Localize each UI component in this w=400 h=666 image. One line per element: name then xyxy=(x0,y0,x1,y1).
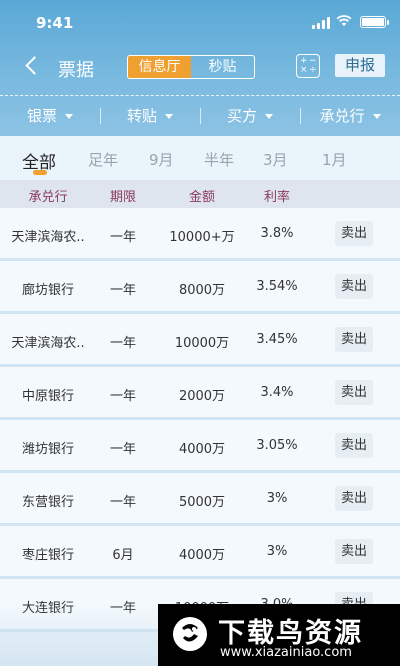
cell-amount: 10000万 xyxy=(174,336,230,351)
status-bar: 9:41 xyxy=(0,0,400,44)
cell-term: 一年 xyxy=(109,283,136,298)
filter-acceptor[interactable]: 承兑行 xyxy=(300,96,400,136)
filter-buyer[interactable]: 买方 xyxy=(200,96,300,136)
cell-acceptor-bank: 天津滨海农.. xyxy=(11,336,85,351)
bird-logo-icon xyxy=(173,617,207,651)
filter-bank-note[interactable]: 银票 xyxy=(0,96,100,136)
caret-down-icon xyxy=(65,114,73,119)
apply-button[interactable]: 申报 xyxy=(335,54,385,77)
back-icon[interactable] xyxy=(20,54,44,78)
watermark: 下载鸟资源 www.xiazainiao.com xyxy=(158,604,400,666)
sell-button[interactable]: 卖出 xyxy=(335,380,373,405)
caret-down-icon xyxy=(372,114,381,119)
cell-acceptor-bank: 东营银行 xyxy=(21,495,74,510)
table-row[interactable]: 东营银行 一年 5000万 3% 卖出 xyxy=(0,473,400,526)
filter-label: 转贴 xyxy=(126,107,157,125)
tab-indicator xyxy=(33,170,47,175)
cell-amount: 4000万 xyxy=(178,548,226,563)
tab-3-months[interactable]: 3月 xyxy=(263,149,288,170)
sell-button[interactable]: 卖出 xyxy=(335,433,373,458)
table-row[interactable]: 潍坊银行 一年 4000万 3.05% 卖出 xyxy=(0,420,400,473)
sell-button[interactable]: 卖出 xyxy=(335,539,373,564)
cell-term: 一年 xyxy=(109,230,136,245)
cell-acceptor-bank: 天津滨海农.. xyxy=(11,230,85,245)
cell-amount: 5000万 xyxy=(178,495,226,510)
filter-rediscount[interactable]: 转贴 xyxy=(100,96,200,136)
wifi-icon xyxy=(336,15,352,26)
caret-down-icon xyxy=(165,114,173,119)
cell-amount: 4000万 xyxy=(178,442,226,457)
sell-button[interactable]: 卖出 xyxy=(335,221,373,246)
bottom-fade xyxy=(0,604,158,666)
cell-term: 一年 xyxy=(109,495,136,510)
filter-bar: 银票 转贴 买方 承兑行 xyxy=(0,96,400,136)
table-row[interactable]: 天津滨海农.. 一年 10000万 3.45% 卖出 xyxy=(0,314,400,367)
table-row[interactable]: 中原银行 一年 2000万 3.4% 卖出 xyxy=(0,367,400,420)
cell-rate: 3% xyxy=(266,544,288,559)
cell-acceptor-bank: 潍坊银行 xyxy=(21,442,74,457)
filter-label: 银票 xyxy=(26,107,57,125)
cell-acceptor-bank: 中原银行 xyxy=(21,389,74,404)
cell-rate: 3% xyxy=(266,491,288,506)
cell-acceptor-bank: 廊坊银行 xyxy=(21,283,74,298)
header: 9:41 票据 信息厅 秒贴 + − × ÷ 申报 银票 转贴 买方 承兑行 xyxy=(0,0,400,136)
cell-term: 一年 xyxy=(109,442,136,457)
calculator-icon[interactable]: + − × ÷ xyxy=(296,54,320,78)
bill-list: 天津滨海农.. 一年 10000+万 3.8% 卖出 廊坊银行 一年 8000万 3.54% 卖出… xyxy=(0,208,400,632)
cell-term: 6月 xyxy=(112,548,134,563)
tab-1-month[interactable]: 1月 xyxy=(322,149,347,170)
table-header: 承兑行 期限 金额 利率 xyxy=(0,180,400,208)
sell-button[interactable]: 卖出 xyxy=(335,486,373,511)
sell-button[interactable]: 卖出 xyxy=(335,327,373,352)
status-time: 9:41 xyxy=(36,14,74,32)
cell-acceptor-bank: 枣庄银行 xyxy=(21,548,74,563)
tab-full-year[interactable]: 足年 xyxy=(88,149,118,170)
header-amount: 金额 xyxy=(188,190,215,205)
cell-rate: 3.4% xyxy=(260,385,294,400)
filter-label: 买方 xyxy=(226,107,257,125)
cell-rate: 3.54% xyxy=(256,279,298,294)
header-rate: 利率 xyxy=(263,190,290,205)
battery-icon xyxy=(360,16,389,28)
tab-half-year[interactable]: 半年 xyxy=(204,149,234,170)
cell-term: 一年 xyxy=(109,336,136,351)
header-acceptor: 承兑行 xyxy=(28,190,68,205)
segment-instant-discount[interactable]: 秒贴 xyxy=(191,56,254,78)
cell-rate: 3.05% xyxy=(256,438,298,453)
table-row[interactable]: 廊坊银行 一年 8000万 3.54% 卖出 xyxy=(0,261,400,314)
navbar: 票据 信息厅 秒贴 + − × ÷ 申报 xyxy=(0,44,400,88)
watermark-url: www.xiazainiao.com xyxy=(220,645,352,660)
cell-amount: 8000万 xyxy=(178,283,226,298)
cell-amount: 10000+万 xyxy=(169,230,235,245)
term-tabs: 全部 足年 9月 半年 3月 1月 xyxy=(0,136,400,180)
segment-info-hall[interactable]: 信息厅 xyxy=(128,56,191,78)
cell-term: 一年 xyxy=(109,389,136,404)
header-term: 期限 xyxy=(109,190,136,205)
tab-9-months[interactable]: 9月 xyxy=(149,149,174,170)
cell-rate: 3.45% xyxy=(256,332,298,347)
table-row[interactable]: 枣庄银行 6月 4000万 3% 卖出 xyxy=(0,526,400,579)
segment-control: 信息厅 秒贴 xyxy=(127,55,255,79)
sell-button[interactable]: 卖出 xyxy=(335,274,373,299)
caret-down-icon xyxy=(265,114,273,119)
cell-rate: 3.8% xyxy=(260,226,294,241)
cell-amount: 2000万 xyxy=(178,389,226,404)
page-title: 票据 xyxy=(58,60,94,81)
filter-label: 承兑行 xyxy=(319,107,365,125)
table-row[interactable]: 天津滨海农.. 一年 10000+万 3.8% 卖出 xyxy=(0,208,400,261)
signal-icon xyxy=(312,17,330,29)
